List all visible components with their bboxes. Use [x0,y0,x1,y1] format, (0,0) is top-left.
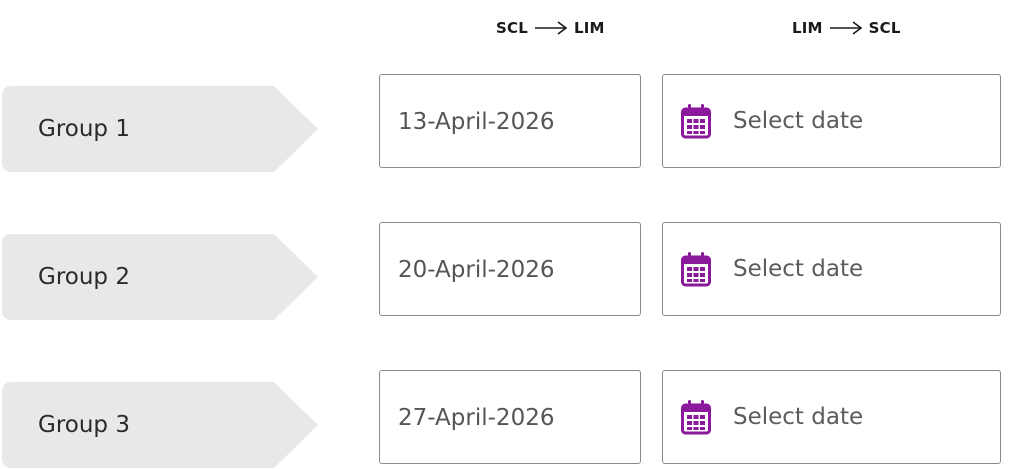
return-date-placeholder: Select date [733,404,864,430]
calendar-icon[interactable] [681,251,711,287]
return-date-field[interactable]: Select date [662,74,1001,168]
group-label: Group 1 [38,116,130,142]
calendar-icon[interactable] [681,103,711,139]
group-row-2: Group 2 20-April-2026 Select date [0,222,1011,320]
outbound-date-field[interactable]: 20-April-2026 [379,222,641,316]
group-tag: Group 2 [2,234,318,320]
outbound-date-field[interactable]: 13-April-2026 [379,74,641,168]
outbound-date-field[interactable]: 27-April-2026 [379,370,641,464]
group-label: Group 3 [38,412,130,438]
group-tag: Group 1 [2,86,318,172]
group-tag: Group 3 [2,382,318,468]
outbound-origin: SCL [496,19,528,37]
outbound-destination: LIM [573,19,605,37]
outbound-date-value: 20-April-2026 [398,257,555,283]
calendar-icon[interactable] [681,399,711,435]
outbound-date-value: 27-April-2026 [398,405,555,431]
arrow-right-icon [534,21,568,35]
return-destination: SCL [868,19,901,37]
return-date-placeholder: Select date [733,108,864,134]
return-date-field[interactable]: Select date [662,370,1001,464]
return-date-field[interactable]: Select date [662,222,1001,316]
column-header-outbound: SCL LIM [496,16,605,40]
group-row-3: Group 3 27-April-2026 Select date [0,370,1011,468]
arrow-right-icon [829,21,863,35]
column-header-return: LIM SCL [792,16,901,40]
group-label: Group 2 [38,264,130,290]
outbound-date-value: 13-April-2026 [398,109,555,135]
group-row-1: Group 1 13-April-2026 Select date [0,74,1011,172]
return-origin: LIM [792,19,823,37]
return-date-placeholder: Select date [733,256,864,282]
